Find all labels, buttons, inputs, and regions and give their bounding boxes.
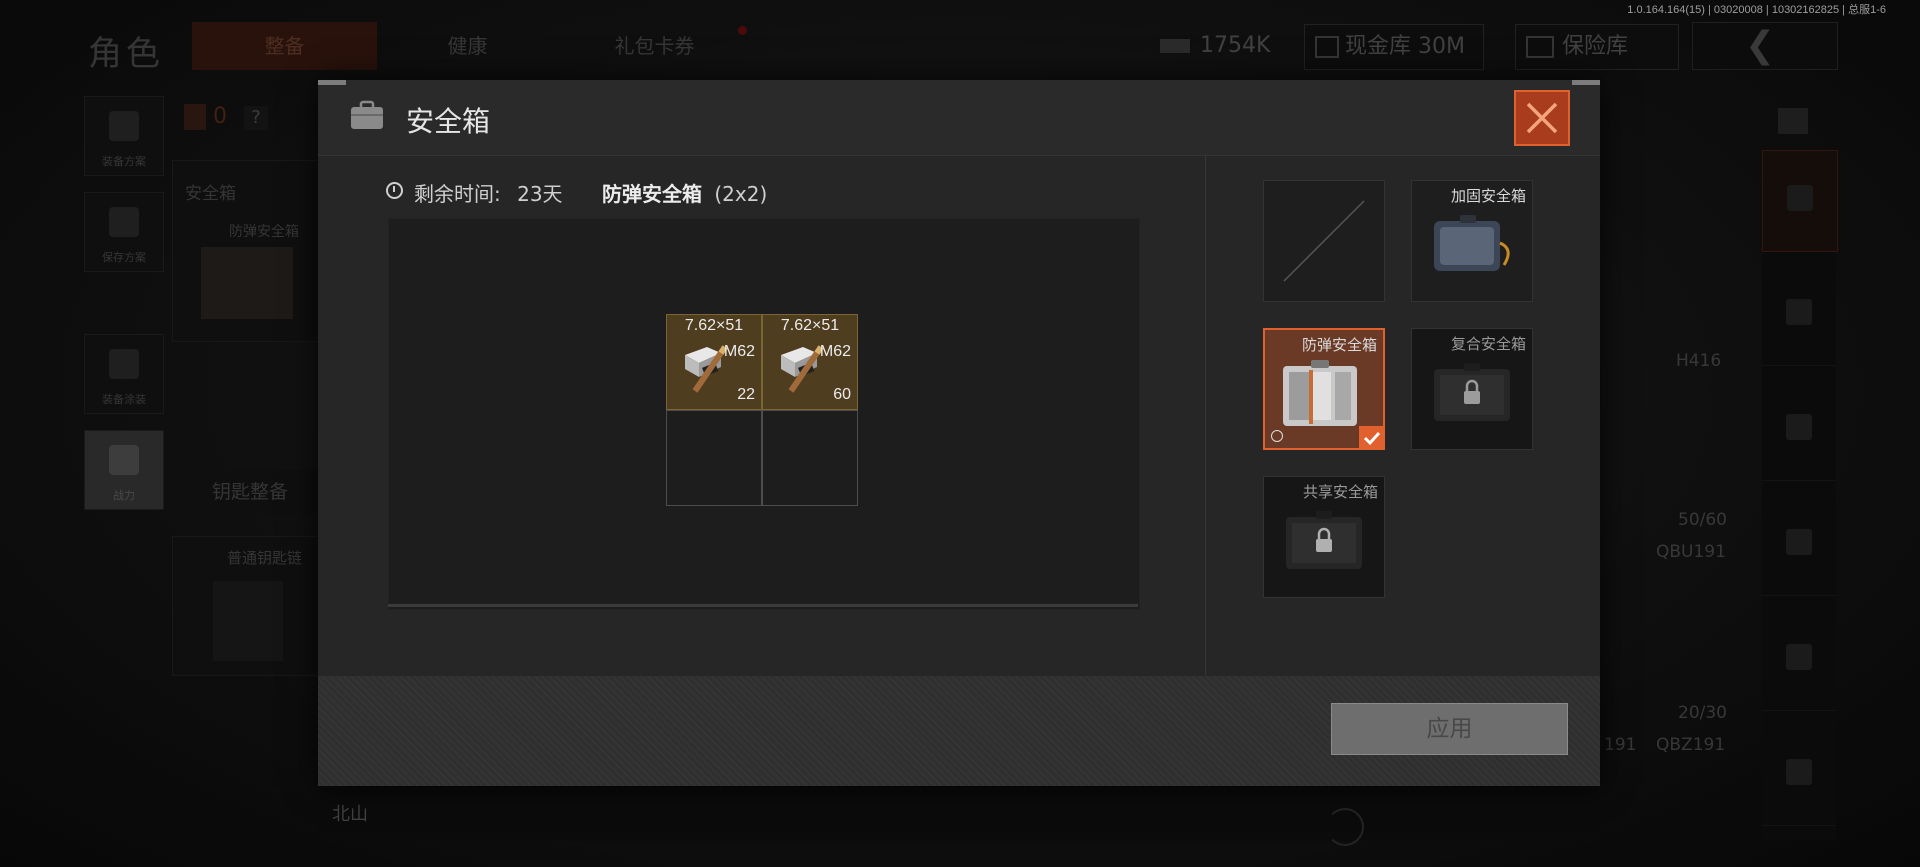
inventory-slot-ammo[interactable]: 7.62×51 M62 60 bbox=[762, 314, 858, 410]
remaining-time: 剩余时间: 23天 bbox=[414, 178, 563, 207]
inventory-slot-empty[interactable] bbox=[666, 410, 762, 506]
composite-case-icon bbox=[1434, 363, 1510, 421]
ammo-quantity: 60 bbox=[833, 386, 851, 403]
empty-slot-icon bbox=[1283, 200, 1365, 282]
briefcase-icon bbox=[351, 100, 383, 129]
case-name: 加固安全箱 bbox=[1450, 187, 1526, 205]
case-name: 防弹安全箱 bbox=[1301, 336, 1377, 354]
case-card-empty[interactable] bbox=[1263, 180, 1385, 302]
close-button[interactable] bbox=[1514, 90, 1570, 146]
case-title: 防弹安全箱 (2x2) bbox=[602, 178, 767, 207]
case-name: 共享安全箱 bbox=[1302, 483, 1378, 501]
corner-decor bbox=[1572, 80, 1600, 85]
shared-case-icon bbox=[1286, 511, 1362, 569]
reinforced-case-icon bbox=[1434, 215, 1510, 271]
case-title-name: 防弹安全箱 bbox=[602, 182, 702, 206]
ammo-caliber: 7.62×51 bbox=[684, 317, 744, 334]
remaining-time-value: 23天 bbox=[517, 182, 563, 206]
case-card-reinforced[interactable]: 加固安全箱 bbox=[1411, 180, 1533, 302]
close-icon bbox=[1526, 102, 1558, 134]
grid-bottom-border bbox=[388, 604, 1138, 607]
modal-title: 安全箱 bbox=[406, 105, 491, 138]
apply-button[interactable]: 应用 bbox=[1331, 703, 1568, 755]
ammo-quantity: 22 bbox=[737, 386, 755, 403]
clock-icon bbox=[386, 182, 403, 199]
bulletproof-case-icon bbox=[1283, 360, 1357, 426]
case-name: 复合安全箱 bbox=[1450, 335, 1526, 353]
corner-decor bbox=[318, 80, 346, 85]
modal-header bbox=[318, 80, 1600, 156]
selected-check-icon bbox=[1359, 426, 1385, 450]
timer-icon bbox=[1271, 430, 1283, 442]
modal-divider bbox=[1205, 155, 1206, 675]
case-card-bulletproof[interactable]: 防弹安全箱 bbox=[1263, 328, 1385, 450]
ammo-model: M62 bbox=[723, 343, 755, 360]
case-card-composite[interactable]: 复合安全箱 bbox=[1411, 328, 1533, 450]
ammo-caliber: 7.62×51 bbox=[780, 317, 840, 334]
ammo-model: M62 bbox=[819, 343, 851, 360]
remaining-time-label: 剩余时间: bbox=[414, 182, 501, 206]
inventory-slot-ammo[interactable]: 7.62×51 M62 22 bbox=[666, 314, 762, 410]
inventory-slot-empty[interactable] bbox=[762, 410, 858, 506]
case-card-shared[interactable]: 共享安全箱 bbox=[1263, 476, 1385, 598]
case-title-size: (2x2) bbox=[714, 182, 768, 206]
